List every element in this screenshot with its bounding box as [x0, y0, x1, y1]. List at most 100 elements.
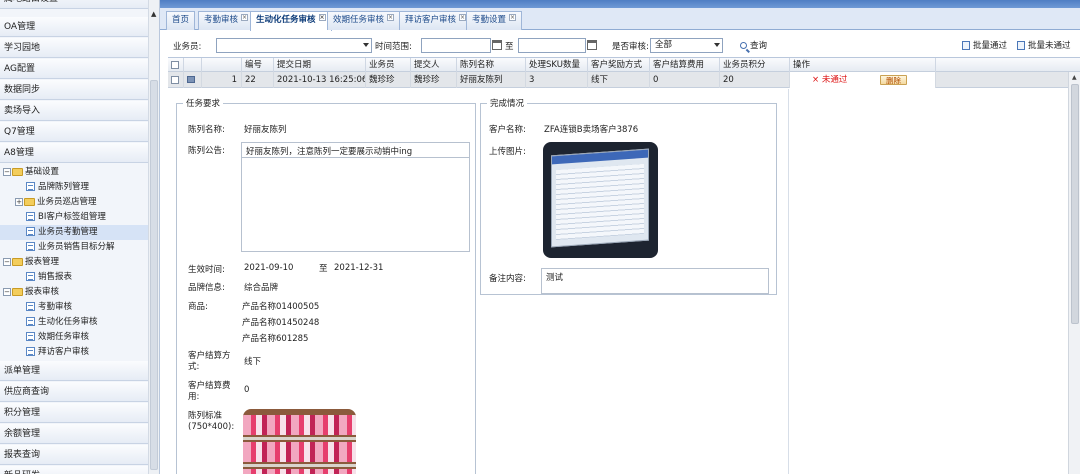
tree-leaf[interactable]: BI客户标签组管理 — [0, 210, 149, 225]
settle-fee-label: 客户结算费用: — [188, 381, 231, 402]
tree-leaf[interactable]: 效期任务审核 — [0, 330, 149, 345]
scroll-up-icon[interactable]: ▲ — [1072, 74, 1077, 81]
settle-method-label: 客户结算方式: — [188, 351, 231, 372]
tree-node-basic[interactable]: − 基础设置 — [0, 165, 149, 180]
customer-value: ZFA连锁B卖场客户3876 — [544, 125, 639, 135]
row-checkbox[interactable] — [171, 75, 179, 84]
collapse-icon[interactable]: − — [3, 167, 11, 176]
page-icon — [26, 332, 35, 341]
display-standard-image[interactable] — [243, 409, 356, 474]
header-points[interactable]: 业务员积分 — [720, 58, 790, 72]
tab-home[interactable]: 首页 — [166, 11, 196, 30]
header-check-cell — [168, 58, 184, 72]
remark-textarea[interactable]: 测试 — [541, 268, 769, 294]
scroll-thumb[interactable] — [150, 80, 158, 470]
document-icon — [1017, 41, 1025, 50]
scroll-thumb[interactable] — [1071, 84, 1079, 324]
sidebar-item-points[interactable]: 积分管理 — [0, 403, 149, 423]
tab-display-task-audit[interactable]: 生动化任务审核 × — [250, 11, 332, 31]
close-icon[interactable]: × — [241, 14, 249, 21]
sidebar-item-route[interactable]: 属地路由设置 — [0, 0, 149, 9]
effective-label: 生效时间: — [188, 265, 225, 275]
tree-leaf[interactable]: 考勤审核 — [0, 300, 149, 315]
header-display-name[interactable]: 陈列名称 — [457, 58, 526, 72]
tree-node-patrol[interactable]: + 业务员巡店管理 — [0, 195, 149, 210]
uploaded-photo[interactable] — [543, 142, 658, 258]
task-requirements-fieldset: 任务要求 陈列名称: 好丽友陈列 陈列公告: 好丽友陈列，注意陈列一定要展示动销… — [176, 97, 476, 474]
collapse-icon[interactable]: − — [3, 287, 11, 296]
header-sku-count[interactable]: 处理SKU数量 — [526, 58, 588, 72]
sidebar-item-report-query[interactable]: 报表查询 — [0, 445, 149, 465]
tree-leaf[interactable]: 业务员销售目标分解 — [0, 240, 149, 255]
close-icon[interactable]: × — [509, 14, 517, 21]
calendar-icon[interactable] — [587, 40, 597, 50]
tab-visit-audit[interactable]: 拜访客户审核 × — [399, 11, 473, 30]
collapse-icon[interactable]: − — [3, 257, 11, 266]
notice-textarea[interactable]: 好丽友陈列，注意陈列一定要展示动销中ing — [241, 142, 470, 252]
batch-pass-button[interactable]: 批量通过 — [962, 39, 1007, 51]
filter-bar: 业务员: 时间范围: 至 是否审核: 全部 查询 批量通过 批量未通过 — [165, 36, 1080, 56]
header-settle-fee[interactable]: 客户结算费用 — [650, 58, 720, 72]
sidebar-item-import[interactable]: 卖场导入 — [0, 101, 149, 121]
header-salesman[interactable]: 业务员 — [366, 58, 411, 72]
salesman-label: 业务员: — [173, 42, 202, 52]
start-date-input[interactable] — [421, 38, 502, 53]
header-id[interactable]: 编号 — [242, 58, 274, 72]
salesman-select[interactable] — [216, 38, 372, 53]
sidebar-item-dispatch[interactable]: 派单管理 — [0, 361, 149, 381]
page-icon — [26, 242, 35, 251]
header-date[interactable]: 提交日期 — [274, 58, 366, 72]
completion-fieldset: 完成情况 客户名称: ZFA连锁B卖场客户3876 上传图片: 备注内容: 测试 — [480, 97, 777, 295]
audit-grid: 编号 提交日期 业务员 提交人 陈列名称 处理SKU数量 客户奖励方式 客户结算… — [168, 57, 1080, 474]
cell-salesman: 魏珍珍 — [366, 72, 411, 88]
batch-reject-button[interactable]: 批量未通过 — [1017, 39, 1071, 51]
grid-scrollbar[interactable]: ▲ — [1068, 72, 1080, 474]
audited-select[interactable]: 全部 — [650, 38, 723, 53]
tree-node-report-audit[interactable]: − 报表审核 — [0, 285, 149, 300]
tree-leaf-selected[interactable]: 业务员考勤管理 — [0, 225, 149, 240]
sidebar-item-sync[interactable]: 数据同步 — [0, 80, 149, 100]
tree-leaf[interactable]: 销售报表 — [0, 270, 149, 285]
tree-leaf[interactable]: 生动化任务审核 — [0, 315, 149, 330]
tree-leaf[interactable]: 品牌陈列管理 — [0, 180, 149, 195]
sidebar-item-ag[interactable]: AG配置 — [0, 59, 149, 79]
sidebar-item-oa[interactable]: OA管理 — [0, 17, 149, 37]
close-icon[interactable]: × — [387, 14, 395, 21]
search-button[interactable]: 查询 — [740, 39, 767, 51]
sidebar-item-balance[interactable]: 余额管理 — [0, 424, 149, 444]
tab-attendance-settings[interactable]: 考勤设置 × — [466, 11, 523, 30]
page-icon — [26, 212, 35, 221]
sidebar-item-learning[interactable]: 学习园地 — [0, 38, 149, 58]
sidebar-scrollbar[interactable]: ▲ — [148, 0, 159, 474]
sidebar-item-q7[interactable]: Q7管理 — [0, 122, 149, 142]
grid-header: 编号 提交日期 业务员 提交人 陈列名称 处理SKU数量 客户奖励方式 客户结算… — [168, 58, 1080, 72]
row-index: 1 — [202, 72, 242, 88]
header-reward-method[interactable]: 客户奖励方式 — [588, 58, 650, 72]
expand-icon[interactable]: + — [15, 197, 23, 206]
tab-attendance-audit[interactable]: 考勤审核 × — [198, 11, 255, 30]
header-submitter[interactable]: 提交人 — [411, 58, 457, 72]
product-item: 产品名称01450248 — [242, 318, 320, 328]
calendar-icon[interactable] — [492, 40, 502, 50]
effective-from: 2021-09-10 — [244, 263, 294, 273]
select-all-checkbox[interactable] — [171, 60, 179, 69]
detail-toggle-icon[interactable] — [187, 76, 195, 83]
product-label: 商品: — [188, 302, 208, 312]
sidebar-item-supplier[interactable]: 供应商查询 — [0, 382, 149, 402]
tree-leaf[interactable]: 拜访客户审核 — [0, 345, 149, 360]
tree-node-report-mgmt[interactable]: − 报表管理 — [0, 255, 149, 270]
close-icon[interactable]: × — [459, 14, 467, 21]
close-icon[interactable]: × — [318, 14, 326, 21]
delete-button[interactable]: 删除 — [880, 75, 907, 85]
end-date-input[interactable] — [518, 38, 597, 53]
scroll-up-icon[interactable]: ▲ — [151, 10, 156, 18]
sidebar-item-new-product[interactable]: 新品研发 — [0, 466, 149, 474]
upload-label: 上传图片: — [489, 147, 526, 157]
cell-reward-method: 线下 — [588, 72, 650, 88]
tab-expiry-task-audit[interactable]: 效期任务审核 × — [327, 11, 401, 30]
standard-label: 陈列标准(750*400): — [188, 411, 235, 432]
sidebar-item-a8[interactable]: A8管理 — [0, 143, 149, 163]
table-row[interactable]: 1 22 2021-10-13 16:25:06 魏珍珍 魏珍珍 好丽友陈列 3… — [168, 72, 1080, 88]
header-action[interactable]: 操作 — [790, 58, 936, 72]
product-item: 产品名称01400505 — [242, 302, 320, 312]
